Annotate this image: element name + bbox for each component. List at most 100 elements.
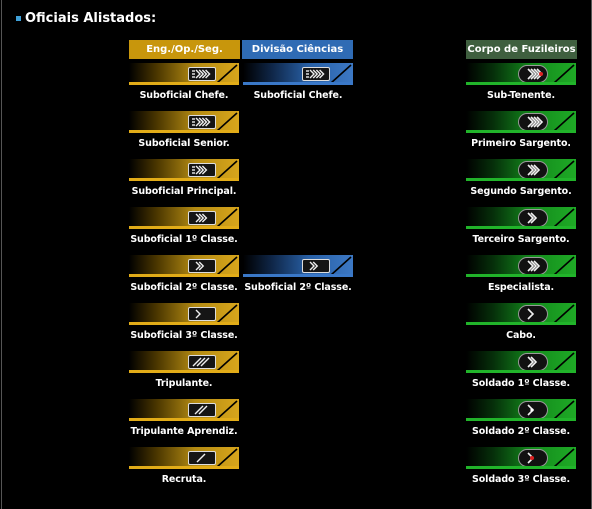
rank-bar-stripe: [243, 274, 353, 277]
rank-cell-marine-7: Soldado 2º Classe.: [466, 399, 576, 437]
rank-label: Soldado 2º Classe.: [466, 426, 576, 437]
chevron-1-insignia-icon: [188, 307, 216, 321]
rank-cell-eng-4: Suboficial 2º Classe.: [129, 255, 239, 293]
rank-bar-stripe: [129, 322, 239, 325]
rank-cell-eng-3: Suboficial 1º Classe.: [129, 207, 239, 245]
rank-cell-eng-0: Suboficial Chefe.: [129, 63, 239, 101]
rank-bar: [129, 111, 239, 133]
rank-label: Suboficial 2º Classe.: [243, 282, 353, 293]
rank-bar-stripe: [129, 370, 239, 373]
marine-chevron-1-red-icon: [518, 449, 548, 467]
rank-bar: [466, 303, 576, 325]
rank-cell-eng-5: Suboficial 3º Classe.: [129, 303, 239, 341]
rank-bar-stripe: [243, 82, 353, 85]
marine-chevron-4-red-icon: [518, 65, 548, 83]
rank-cell-eng-6: Tripulante.: [129, 351, 239, 389]
slash-1-insignia-icon: [188, 451, 216, 465]
square-bullet-icon: [16, 16, 21, 21]
rank-label: Tripulante.: [129, 378, 239, 389]
rank-label: Suboficial 1º Classe.: [129, 234, 239, 245]
rank-bar: [129, 159, 239, 181]
rank-bar: [466, 447, 576, 469]
rank-bar-stripe: [129, 226, 239, 229]
rank-label: Sub-Tenente.: [466, 90, 576, 101]
rank-bar: [129, 447, 239, 469]
rank-label: Suboficial Senior.: [129, 138, 239, 149]
rank-bar-stripe: [466, 418, 576, 421]
slash-2-insignia-icon: [188, 403, 216, 417]
marine-chevron-4-icon: [518, 113, 548, 131]
rank-bar-stripe: [129, 418, 239, 421]
rank-cell-marine-1: Primeiro Sargento.: [466, 111, 576, 149]
rank-bar: [243, 63, 353, 85]
rank-label: Segundo Sargento.: [466, 186, 576, 197]
rank-cell-marine-4: Especialista.: [466, 255, 576, 293]
marine-chevron-2-icon: [518, 209, 548, 227]
rank-cell-marine-0: Sub-Tenente.: [466, 63, 576, 101]
rank-bar: [129, 63, 239, 85]
rank-label: Suboficial Principal.: [129, 186, 239, 197]
rank-label: Suboficial Chefe.: [243, 90, 353, 101]
rank-bar: [466, 63, 576, 85]
rank-bar: [466, 207, 576, 229]
rank-label: Soldado 1º Classe.: [466, 378, 576, 389]
rank-cell-marine-3: Terceiro Sargento.: [466, 207, 576, 245]
rank-label: Suboficial 2º Classe.: [129, 282, 239, 293]
chevron-2-insignia-icon: [302, 259, 330, 273]
rank-cell-marine-8: Soldado 3º Classe.: [466, 447, 576, 485]
rank-cell-marine-5: Cabo.: [466, 303, 576, 341]
rank-bar: [466, 351, 576, 373]
rank-bar: [129, 303, 239, 325]
rank-bar: [129, 207, 239, 229]
rank-bar: [466, 399, 576, 421]
rank-label: Tripulante Aprendiz.: [129, 426, 239, 437]
marine-chevron-1-dot-icon: [518, 401, 548, 419]
chevron-3-bars-insignia-icon: [188, 163, 216, 177]
rank-bar-stripe: [466, 178, 576, 181]
rank-label: Suboficial Chefe.: [129, 90, 239, 101]
rank-bar-stripe: [466, 82, 576, 85]
rank-label: Cabo.: [466, 330, 576, 341]
column-header-sci: Divisão Ciências: [242, 40, 353, 59]
rank-cell-eng-1: Suboficial Senior.: [129, 111, 239, 149]
column-header-marines-label: Corpo de Fuzileiros: [467, 44, 575, 55]
rank-label: Soldado 3º Classe.: [466, 474, 576, 485]
rank-bar-stripe: [466, 322, 576, 325]
marine-chevron-3-open-icon: [518, 257, 548, 275]
rank-label: Primeiro Sargento.: [466, 138, 576, 149]
chevron-4-bars-insignia-icon: [188, 115, 216, 129]
chevron-2-insignia-icon: [188, 259, 216, 273]
marine-chevron-3-icon: [518, 161, 548, 179]
chevron-4-bars-insignia-icon: [188, 67, 216, 81]
rank-cell-sci-0: Suboficial Chefe.: [243, 63, 353, 101]
rank-cell-marine-2: Segundo Sargento.: [466, 159, 576, 197]
rank-bar: [129, 351, 239, 373]
slash-3-insignia-icon: [188, 355, 216, 369]
rank-cell-sci-1: Suboficial 2º Classe.: [243, 255, 353, 293]
marine-chevron-1-icon: [518, 305, 548, 323]
column-header-sci-label: Divisão Ciências: [252, 44, 343, 55]
rank-bar-stripe: [466, 130, 576, 133]
rank-bar: [129, 255, 239, 277]
rank-bar: [466, 111, 576, 133]
rank-label: Especialista.: [466, 282, 576, 293]
rank-bar-stripe: [466, 466, 576, 469]
rank-label: Terceiro Sargento.: [466, 234, 576, 245]
section-title-text: Oficiais Alistados:: [25, 11, 156, 26]
rank-bar-stripe: [129, 466, 239, 469]
rank-cell-eng-8: Recruta.: [129, 447, 239, 485]
rank-bar: [466, 159, 576, 181]
rank-label: Suboficial 3º Classe.: [129, 330, 239, 341]
chevron-3-insignia-icon: [188, 211, 216, 225]
rank-bar-stripe: [129, 130, 239, 133]
rank-bar: [243, 255, 353, 277]
rank-cell-eng-7: Tripulante Aprendiz.: [129, 399, 239, 437]
rank-bar-stripe: [466, 274, 576, 277]
section-title: Oficiais Alistados:: [16, 11, 156, 26]
rank-bar-stripe: [466, 370, 576, 373]
chevron-4-bars-insignia-icon: [302, 67, 330, 81]
rank-label: Recruta.: [129, 474, 239, 485]
marine-chevron-2-open-icon: [518, 353, 548, 371]
rank-bar-stripe: [466, 226, 576, 229]
rank-cell-marine-6: Soldado 1º Classe.: [466, 351, 576, 389]
